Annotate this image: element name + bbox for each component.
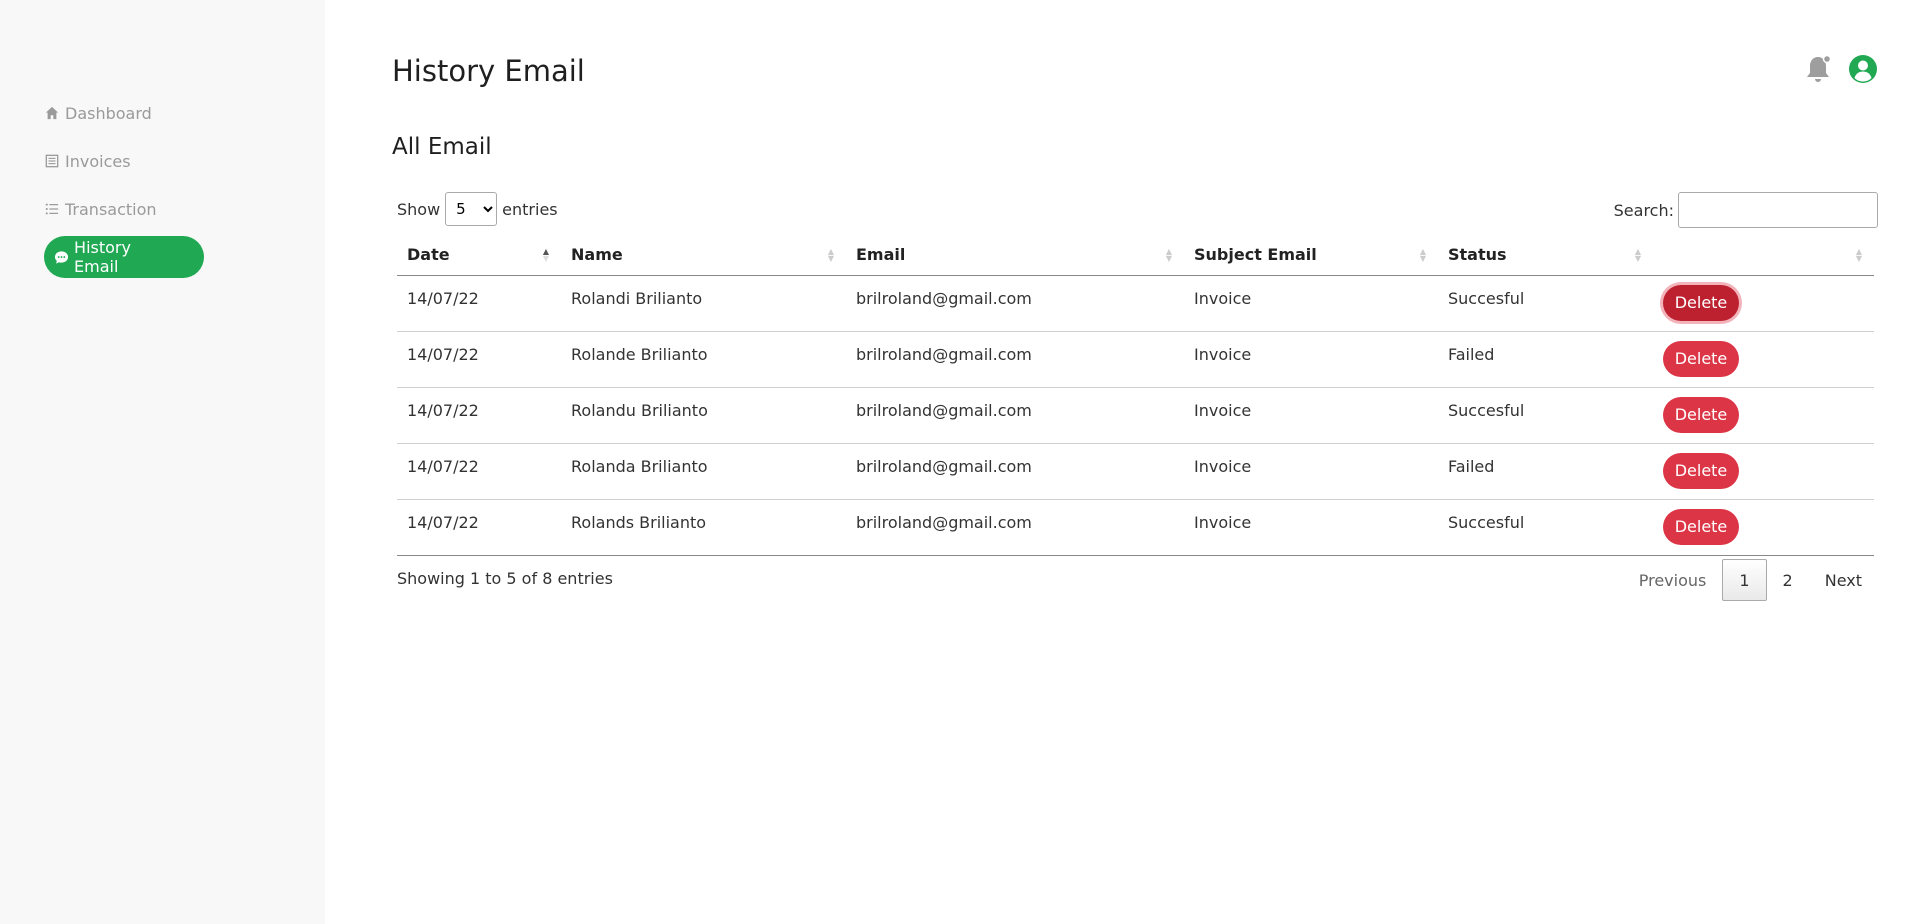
email-table-wrapper: Date ▲ ▼ Name ▲ ▼ Email ▲ ▼ Subject Email ▲ ▼ St… <box>397 235 1874 556</box>
sidebar-item-label: Invoices <box>65 151 131 171</box>
pagination: Previous 1 2 Next <box>1623 559 1878 601</box>
column-header-date[interactable]: Date ▲ ▼ <box>397 235 561 276</box>
cell-action: Delete <box>1653 443 1874 500</box>
cell-status: Succesful <box>1438 387 1653 444</box>
cell-action: Delete <box>1653 331 1874 388</box>
cell-name: Rolandi Brilianto <box>561 275 846 332</box>
header-icons <box>1804 54 1878 88</box>
pagination-page-1[interactable]: 1 <box>1722 559 1767 601</box>
sidebar-item-label: Transaction <box>65 199 157 219</box>
table-row: 14/07/22 Rolande Brilianto brilroland@gm… <box>397 331 1874 388</box>
cell-date: 14/07/22 <box>397 331 561 388</box>
cell-date: 14/07/22 <box>397 387 561 444</box>
cell-name: Rolands Brilianto <box>561 499 846 556</box>
cell-date: 14/07/22 <box>397 443 561 500</box>
column-header-label: Name <box>571 245 623 265</box>
cell-subject: Invoice <box>1184 275 1438 332</box>
delete-button[interactable]: Delete <box>1663 284 1739 321</box>
cell-status: Failed <box>1438 331 1653 388</box>
chat-icon <box>54 249 69 265</box>
search-control: Search: <box>1614 192 1878 228</box>
cell-status: Succesful <box>1438 499 1653 556</box>
user-avatar-icon[interactable] <box>1848 54 1878 88</box>
sidebar-item-history-email[interactable]: History Email <box>44 236 204 278</box>
cell-subject: Invoice <box>1184 387 1438 444</box>
sidebar-item-transaction[interactable]: Transaction <box>44 188 204 230</box>
cell-name: Rolanda Brilianto <box>561 443 846 500</box>
cell-email: brilroland@gmail.com <box>846 443 1184 500</box>
column-header-email[interactable]: Email ▲ ▼ <box>846 235 1184 276</box>
cell-status: Succesful <box>1438 275 1653 332</box>
sort-icon: ▲ ▼ <box>1634 247 1641 263</box>
column-header-label: Date <box>407 245 450 265</box>
cell-email: brilroland@gmail.com <box>846 331 1184 388</box>
cell-action: Delete <box>1653 387 1874 444</box>
list-icon <box>44 201 60 217</box>
show-label: Show <box>397 199 441 219</box>
delete-button[interactable]: Delete <box>1663 508 1739 545</box>
sidebar-nav: Dashboard Invoices Transaction History E… <box>44 92 204 284</box>
bell-icon[interactable] <box>1804 54 1832 88</box>
column-header-status[interactable]: Status ▲ ▼ <box>1438 235 1653 276</box>
column-header-name[interactable]: Name ▲ ▼ <box>561 235 846 276</box>
sort-icon: ▲ ▼ <box>827 247 834 263</box>
cell-date: 14/07/22 <box>397 275 561 332</box>
table-info: Showing 1 to 5 of 8 entries <box>397 569 613 588</box>
cell-name: Rolandu Brilianto <box>561 387 846 444</box>
cell-name: Rolande Brilianto <box>561 331 846 388</box>
pagination-page-2[interactable]: 2 <box>1767 559 1809 601</box>
column-header-action[interactable]: ▲ ▼ <box>1653 235 1874 276</box>
entries-select[interactable]: 5 <box>445 192 498 226</box>
sidebar: Dashboard Invoices Transaction History E… <box>0 0 325 924</box>
table-row: 14/07/22 Rolandu Brilianto brilroland@gm… <box>397 387 1874 444</box>
delete-button[interactable]: Delete <box>1663 340 1739 377</box>
cell-status: Failed <box>1438 443 1653 500</box>
sidebar-item-invoices[interactable]: Invoices <box>44 140 204 182</box>
table-row: 14/07/22 Rolanda Brilianto brilroland@gm… <box>397 443 1874 500</box>
cell-date: 14/07/22 <box>397 499 561 556</box>
search-input[interactable] <box>1678 192 1878 228</box>
cell-action: Delete <box>1653 275 1874 332</box>
delete-button[interactable]: Delete <box>1663 452 1739 489</box>
sidebar-item-dashboard[interactable]: Dashboard <box>44 92 204 134</box>
cell-subject: Invoice <box>1184 331 1438 388</box>
sort-icon: ▲ ▼ <box>1855 247 1862 263</box>
page-title: History Email <box>392 54 585 88</box>
cell-email: brilroland@gmail.com <box>846 387 1184 444</box>
section-title: All Email <box>392 134 492 160</box>
column-header-label: Subject Email <box>1194 245 1317 265</box>
cell-action: Delete <box>1653 499 1874 556</box>
column-header-subject-email[interactable]: Subject Email ▲ ▼ <box>1184 235 1438 276</box>
cell-subject: Invoice <box>1184 499 1438 556</box>
pagination-next[interactable]: Next <box>1809 559 1878 601</box>
table-row: 14/07/22 Rolands Brilianto brilroland@gm… <box>397 499 1874 556</box>
entries-length-control: Show 5 entries <box>397 192 558 226</box>
entries-label: entries <box>502 199 558 219</box>
home-icon <box>44 105 60 121</box>
sidebar-item-label: History Email <box>74 238 131 276</box>
table-header-row: Date ▲ ▼ Name ▲ ▼ Email ▲ ▼ Subject Email ▲ ▼ St… <box>397 235 1874 276</box>
sort-icon: ▲ ▼ <box>542 247 549 263</box>
search-label: Search: <box>1613 200 1674 220</box>
cell-email: brilroland@gmail.com <box>846 499 1184 556</box>
invoice-icon <box>44 153 60 169</box>
email-history-table: Date ▲ ▼ Name ▲ ▼ Email ▲ ▼ Subject Email ▲ ▼ St… <box>397 235 1874 556</box>
sort-icon: ▲ ▼ <box>1419 247 1426 263</box>
pagination-previous[interactable]: Previous <box>1623 559 1723 601</box>
sort-icon: ▲ ▼ <box>1165 247 1172 263</box>
table-row: 14/07/22 Rolandi Brilianto brilroland@gm… <box>397 275 1874 332</box>
cell-email: brilroland@gmail.com <box>846 275 1184 332</box>
column-header-label: Status <box>1448 245 1507 265</box>
delete-button[interactable]: Delete <box>1663 396 1739 433</box>
sidebar-item-label: Dashboard <box>65 103 152 123</box>
cell-subject: Invoice <box>1184 443 1438 500</box>
column-header-label: Email <box>856 245 906 265</box>
